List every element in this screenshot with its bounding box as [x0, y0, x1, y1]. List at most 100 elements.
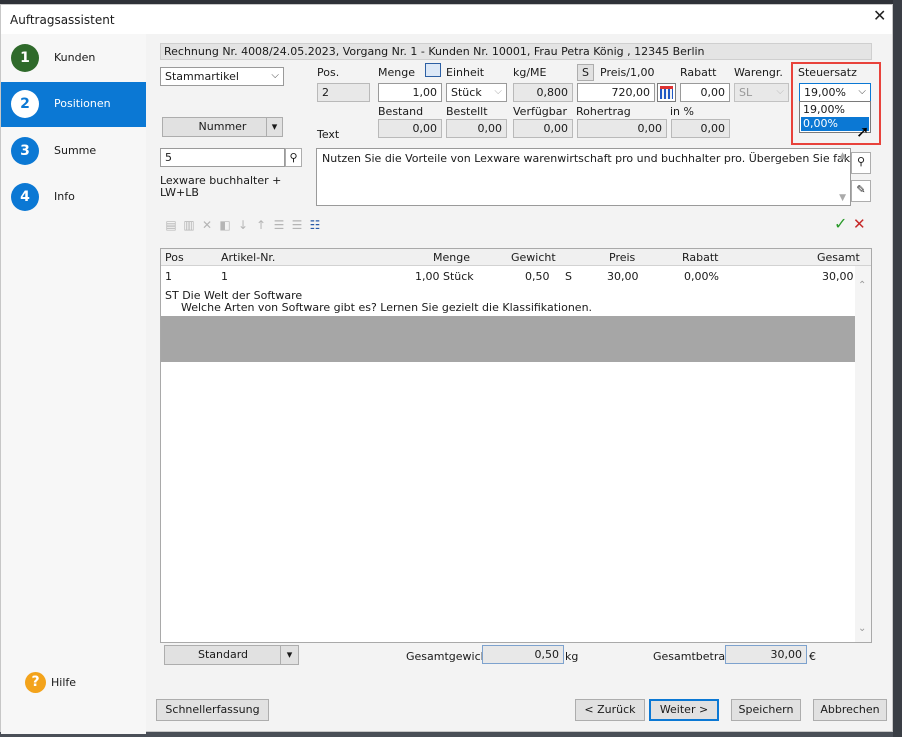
label-gesamtgewicht: Gesamtgewicht	[406, 650, 492, 663]
label-rabatt: Rabatt	[680, 66, 717, 79]
label-kg-me: kg/ME	[513, 66, 547, 79]
label-preis: Preis/1,00	[600, 66, 655, 79]
delete-icon[interactable]: ✕	[199, 217, 215, 233]
cell-description-text: Welche Arten von Software gibt es? Lerne…	[181, 301, 593, 314]
mouse-cursor-icon: ➚	[856, 122, 870, 141]
in-prozent-field: 0,00	[671, 119, 730, 138]
col-preis[interactable]: Preis	[609, 251, 635, 264]
nummer-dropdown-icon[interactable]: ▾	[266, 118, 282, 136]
positions-grid: Pos Artikel-Nr. Menge Gewicht Preis Raba…	[160, 248, 872, 643]
cancel-button[interactable]: Abbrechen	[813, 699, 887, 721]
chevron-down-icon: ⌵	[494, 86, 502, 97]
col-gesamt[interactable]: Gesamt	[817, 251, 860, 264]
chevron-down-icon: ⌵	[776, 86, 784, 97]
cell-menge: 1,00 Stück	[415, 270, 474, 283]
unit-euro: €	[809, 650, 816, 663]
next-button[interactable]: Weiter >	[649, 699, 719, 721]
step-positionen[interactable]: 2 Positionen	[1, 82, 146, 127]
list-icon[interactable]: ☷	[307, 217, 323, 233]
grid-header: Pos Artikel-Nr. Menge Gewicht Preis Raba…	[161, 249, 871, 266]
step-number-4: 4	[11, 183, 39, 211]
calculator-icon[interactable]	[425, 63, 441, 77]
step-number-1: 1	[11, 44, 39, 72]
step-kunden[interactable]: 1 Kunden	[1, 36, 146, 81]
outdent-icon[interactable]: ☰	[289, 217, 305, 233]
edit-pencil-icon[interactable]: ✎	[851, 180, 871, 202]
price-calendar-icon[interactable]	[657, 83, 676, 102]
menge-field[interactable]: 1,00	[378, 83, 442, 102]
label-menge: Menge	[378, 66, 415, 79]
label-einheit: Einheit	[446, 66, 485, 79]
document-info-line: Rechnung Nr. 4008/24.05.2023, Vorgang Nr…	[160, 43, 872, 60]
gesamtgewicht-field: 0,50	[482, 645, 564, 664]
step-label: Summe	[54, 144, 97, 157]
preis-field[interactable]: 720,00	[577, 83, 655, 102]
label-bestellt: Bestellt	[446, 105, 488, 118]
step-number-3: 3	[11, 137, 39, 165]
einheit-value: Stück	[451, 86, 482, 99]
chevron-down-icon: ⌵	[271, 70, 279, 81]
s-button[interactable]: S	[577, 64, 594, 81]
position-text-area[interactable]: Nutzen Sie die Vorteile von Lexware ware…	[316, 148, 851, 206]
help-icon[interactable]: ?	[25, 672, 46, 693]
search-icon[interactable]: ⚲	[285, 148, 302, 167]
title-bar: Auftragsassistent ✕	[1, 5, 892, 34]
save-button[interactable]: Speichern	[731, 699, 801, 721]
warengruppe-value: SL	[739, 86, 753, 99]
col-rabatt[interactable]: Rabatt	[682, 251, 719, 264]
move-down-icon[interactable]: ↓	[235, 217, 251, 233]
warengruppe-select[interactable]: SL ⌵	[734, 83, 789, 102]
insert-row-icon[interactable]: ▤	[163, 217, 179, 233]
standard-button[interactable]: Standard ▾	[164, 645, 299, 665]
einheit-select[interactable]: Stück ⌵	[446, 83, 507, 102]
step-label: Positionen	[54, 97, 111, 110]
rabatt-field[interactable]: 0,00	[680, 83, 730, 102]
gesamtbetrag-field: 30,00	[725, 645, 807, 664]
tag-icon[interactable]: ◧	[217, 217, 233, 233]
selected-empty-row[interactable]	[161, 316, 855, 362]
article-type-value: Stammartikel	[165, 70, 239, 83]
cell-artikel: 1	[221, 270, 228, 283]
col-pos[interactable]: Pos	[165, 251, 184, 264]
kg-me-field: 0,800	[513, 83, 573, 102]
close-icon[interactable]: ✕	[873, 8, 886, 24]
col-artikel-nr[interactable]: Artikel-Nr.	[221, 251, 275, 264]
label-verfuegbar: Verfügbar	[513, 105, 568, 118]
scroll-up-icon[interactable]: ▲	[839, 151, 846, 161]
col-menge[interactable]: Menge	[433, 251, 470, 264]
bestand-field: 0,00	[378, 119, 442, 138]
rohertrag-field: 0,00	[577, 119, 667, 138]
cancel-x-icon[interactable]: ✕	[853, 215, 866, 233]
cell-pos: 1	[165, 270, 172, 283]
move-up-icon[interactable]: ↑	[253, 217, 269, 233]
label-gesamtbetrag: Gesamtbetrag	[653, 650, 733, 663]
background-app-edge	[893, 0, 902, 737]
help-label[interactable]: Hilfe	[51, 676, 76, 690]
grid-scrollbar[interactable]: ⌃ ⌄	[855, 266, 871, 642]
label-rohertrag: Rohertrag	[576, 105, 631, 118]
step-label: Info	[54, 190, 75, 203]
col-gewicht[interactable]: Gewicht	[511, 251, 556, 264]
copy-row-icon[interactable]: ▥	[181, 217, 197, 233]
wizard-steps: 1 Kunden 2 Positionen 3 Summe 4 Info	[1, 34, 146, 734]
scroll-down-icon[interactable]: ▼	[839, 193, 846, 203]
indent-icon[interactable]: ☰	[271, 217, 287, 233]
cell-gewicht: 0,50	[525, 270, 550, 283]
scroll-up-icon[interactable]: ⌃	[858, 280, 866, 291]
step-info[interactable]: 4 Info	[1, 175, 146, 220]
confirm-check-icon[interactable]: ✓	[834, 214, 847, 233]
text-search-icon[interactable]: ⚲	[851, 152, 871, 174]
pos-field: 2	[317, 83, 370, 102]
step-summe[interactable]: 3 Summe	[1, 129, 146, 174]
verfuegbar-field: 0,00	[513, 119, 573, 138]
cell-s: S	[565, 270, 572, 283]
schnellerfassung-button[interactable]: Schnellerfassung	[156, 699, 269, 721]
standard-dropdown-icon[interactable]: ▾	[280, 646, 298, 664]
article-type-select[interactable]: Stammartikel ⌵	[160, 67, 284, 86]
nummer-button[interactable]: Nummer ▾	[162, 117, 283, 137]
label-pos: Pos.	[317, 66, 340, 79]
scroll-down-icon[interactable]: ⌄	[858, 623, 866, 634]
article-search-input[interactable]: 5	[160, 148, 285, 167]
nummer-button-label: Nummer	[198, 120, 247, 133]
back-button[interactable]: < Zurück	[575, 699, 645, 721]
